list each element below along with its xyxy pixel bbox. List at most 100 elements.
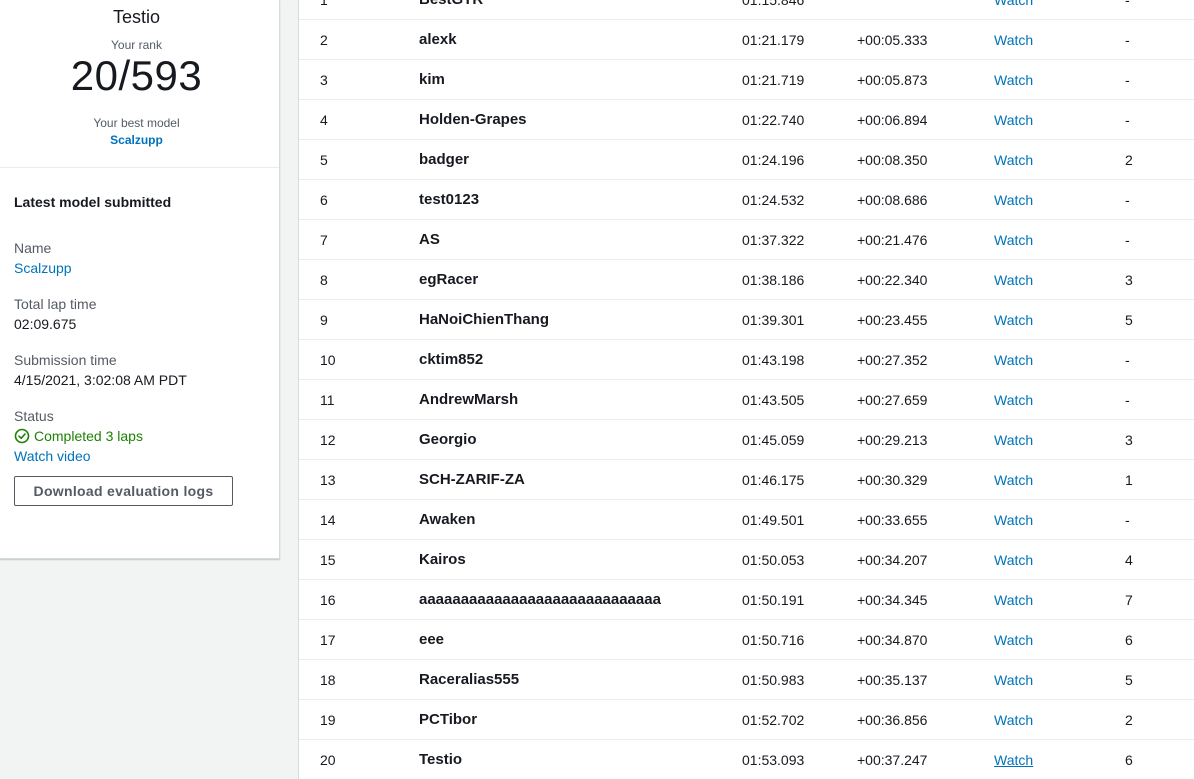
gap-cell: +00:33.655 [857, 512, 928, 528]
watch-link[interactable]: Watch [994, 460, 1033, 500]
racer-name-cell: egRacer [419, 271, 479, 288]
watch-link[interactable]: Watch [994, 300, 1033, 340]
racer-name-cell: test0123 [419, 191, 480, 208]
table-row: 14 Awaken 01:49.501 +00:33.655 Watch - [299, 500, 1194, 540]
lap-time-cell: 01:15.846 [742, 0, 805, 8]
watch-link[interactable]: Watch [994, 220, 1033, 260]
model-name-link[interactable]: Scalzupp [14, 258, 264, 278]
rank-cell: 9 [320, 312, 328, 328]
watch-link[interactable]: Watch [994, 340, 1033, 380]
submissions-cell: 3 [1125, 432, 1133, 448]
watch-link[interactable]: Watch [994, 260, 1033, 300]
watch-link[interactable]: Watch [994, 20, 1033, 60]
racer-name: Testio [112, 7, 161, 27]
watch-link[interactable]: Watch [994, 660, 1033, 700]
watch-link[interactable]: Watch [994, 100, 1033, 140]
latest-model-heading: Latest model submitted [14, 194, 172, 210]
best-model-link[interactable]: Scalzupp [0, 133, 273, 147]
gap-cell: +00:21.476 [857, 232, 928, 248]
table-row: 4 Holden-Grapes 01:22.740 +00:06.894 Watch - [299, 100, 1194, 140]
rank-cell: 13 [320, 472, 336, 488]
submissions-cell: - [1125, 512, 1130, 528]
lap-time-cell: 01:21.179 [742, 32, 805, 48]
lap-time-cell: 01:24.532 [742, 192, 805, 208]
watch-link[interactable]: Watch [994, 380, 1033, 420]
table-row: 12 Georgio 01:45.059 +00:29.213 Watch 3 [299, 420, 1194, 460]
status-value: Completed 3 laps [14, 426, 264, 446]
rank-cell: 1 [320, 0, 328, 8]
gap-cell: +00:37.247 [857, 752, 928, 768]
submissions-cell: - [1125, 72, 1130, 88]
check-circle-icon [14, 428, 30, 444]
rank-cell: 6 [320, 192, 328, 208]
rank-cell: 14 [320, 512, 336, 528]
rank-cell: 3 [320, 72, 328, 88]
table-row: 9 HaNoiChienThang 01:39.301 +00:23.455 Watch… [299, 300, 1194, 340]
watch-link[interactable]: Watch [994, 0, 1033, 20]
racer-name-cell: aaaaaaaaaaaaaaaaaaaaaaaaaaaaa [419, 591, 661, 608]
table-row: 2 alexk 01:21.179 +00:05.333 Watch - [299, 20, 1194, 60]
racer-name-cell: SCH-ZARIF-ZA [419, 471, 525, 488]
racer-summary-panel: Testio Your rank 20/593 Your best model … [0, 0, 280, 559]
gap-cell: +00:27.659 [857, 392, 928, 408]
gap-cell: +00:34.207 [857, 552, 928, 568]
status-text: Completed 3 laps [34, 428, 143, 444]
watch-link[interactable]: Watch [994, 140, 1033, 180]
table-row: 15 Kairos 01:50.053 +00:34.207 Watch 4 [299, 540, 1194, 580]
lap-time-cell: 01:21.719 [742, 72, 805, 88]
rank-cell: 19 [320, 712, 336, 728]
racer-name-cell: Georgio [419, 431, 477, 448]
lap-time-cell: 01:52.702 [742, 712, 805, 728]
download-logs-button[interactable]: Download evaluation logs [14, 476, 233, 506]
watch-link[interactable]: Watch [994, 700, 1033, 740]
table-row: 19 PCTibor 01:52.702 +00:36.856 Watch 2 [299, 700, 1194, 740]
table-row: 8 egRacer 01:38.186 +00:22.340 Watch 3 [299, 260, 1194, 300]
submissions-cell: - [1125, 112, 1130, 128]
gap-cell: +00:06.894 [857, 112, 928, 128]
watch-link[interactable]: Watch [994, 60, 1033, 100]
lap-time-cell: 01:53.093 [742, 752, 805, 768]
watch-link[interactable]: Watch [994, 740, 1033, 779]
submissions-cell: - [1125, 0, 1130, 8]
gap-cell: +00:05.873 [857, 72, 928, 88]
rank-cell: 16 [320, 592, 336, 608]
submissions-cell: 4 [1125, 552, 1133, 568]
gap-cell: +00:30.329 [857, 472, 928, 488]
racer-name-cell: Awaken [419, 511, 476, 528]
submission-time-value: 4/15/2021, 3:02:08 AM PDT [14, 372, 187, 388]
racer-name-cell: eee [419, 631, 445, 648]
latest-model-section: Latest model submitted Name Scalzupp Tot… [14, 194, 264, 506]
watch-link[interactable]: Watch [994, 420, 1033, 460]
table-row: 20 Testio 01:53.093 +00:37.247 Watch 6 [299, 740, 1194, 779]
lap-time-cell: 01:45.059 [742, 432, 805, 448]
lap-time-cell: 01:50.983 [742, 672, 805, 688]
lap-time-cell: 01:37.322 [742, 232, 805, 248]
racer-name-cell: AS [419, 231, 440, 248]
racer-name-cell: PCTibor [419, 711, 478, 728]
rank-cell: 2 [320, 32, 328, 48]
rank-cell: 11 [320, 392, 335, 408]
lap-time-cell: 01:50.053 [742, 552, 805, 568]
racer-name-cell: cktim852 [419, 351, 484, 368]
submissions-cell: 6 [1125, 632, 1133, 648]
table-row: 6 test0123 01:24.532 +00:08.686 Watch - [299, 180, 1194, 220]
best-model-label: Your best model [93, 116, 180, 130]
rank-cell: 20 [320, 752, 336, 768]
rank-cell: 10 [320, 352, 336, 368]
rank-cell: 4 [320, 112, 328, 128]
watch-link[interactable]: Watch [994, 580, 1033, 620]
lap-time-cell: 01:38.186 [742, 272, 805, 288]
submissions-cell: - [1125, 32, 1130, 48]
racer-name-cell: Holden-Grapes [419, 111, 527, 128]
watch-video-link[interactable]: Watch video [14, 446, 264, 466]
lap-time-label: Total lap time [14, 296, 97, 312]
lap-time-cell: 01:39.301 [742, 312, 805, 328]
table-row: 7 AS 01:37.322 +00:21.476 Watch - [299, 220, 1194, 260]
table-row: 17 eee 01:50.716 +00:34.870 Watch 6 [299, 620, 1194, 660]
watch-link[interactable]: Watch [994, 620, 1033, 660]
table-row: 1 BestGTR 01:15.846 Watch - [299, 0, 1194, 20]
watch-link[interactable]: Watch [994, 500, 1033, 540]
watch-link[interactable]: Watch [994, 540, 1033, 580]
watch-link[interactable]: Watch [994, 180, 1033, 220]
table-row: 11 AndrewMarsh 01:43.505 +00:27.659 Watch - [299, 380, 1194, 420]
